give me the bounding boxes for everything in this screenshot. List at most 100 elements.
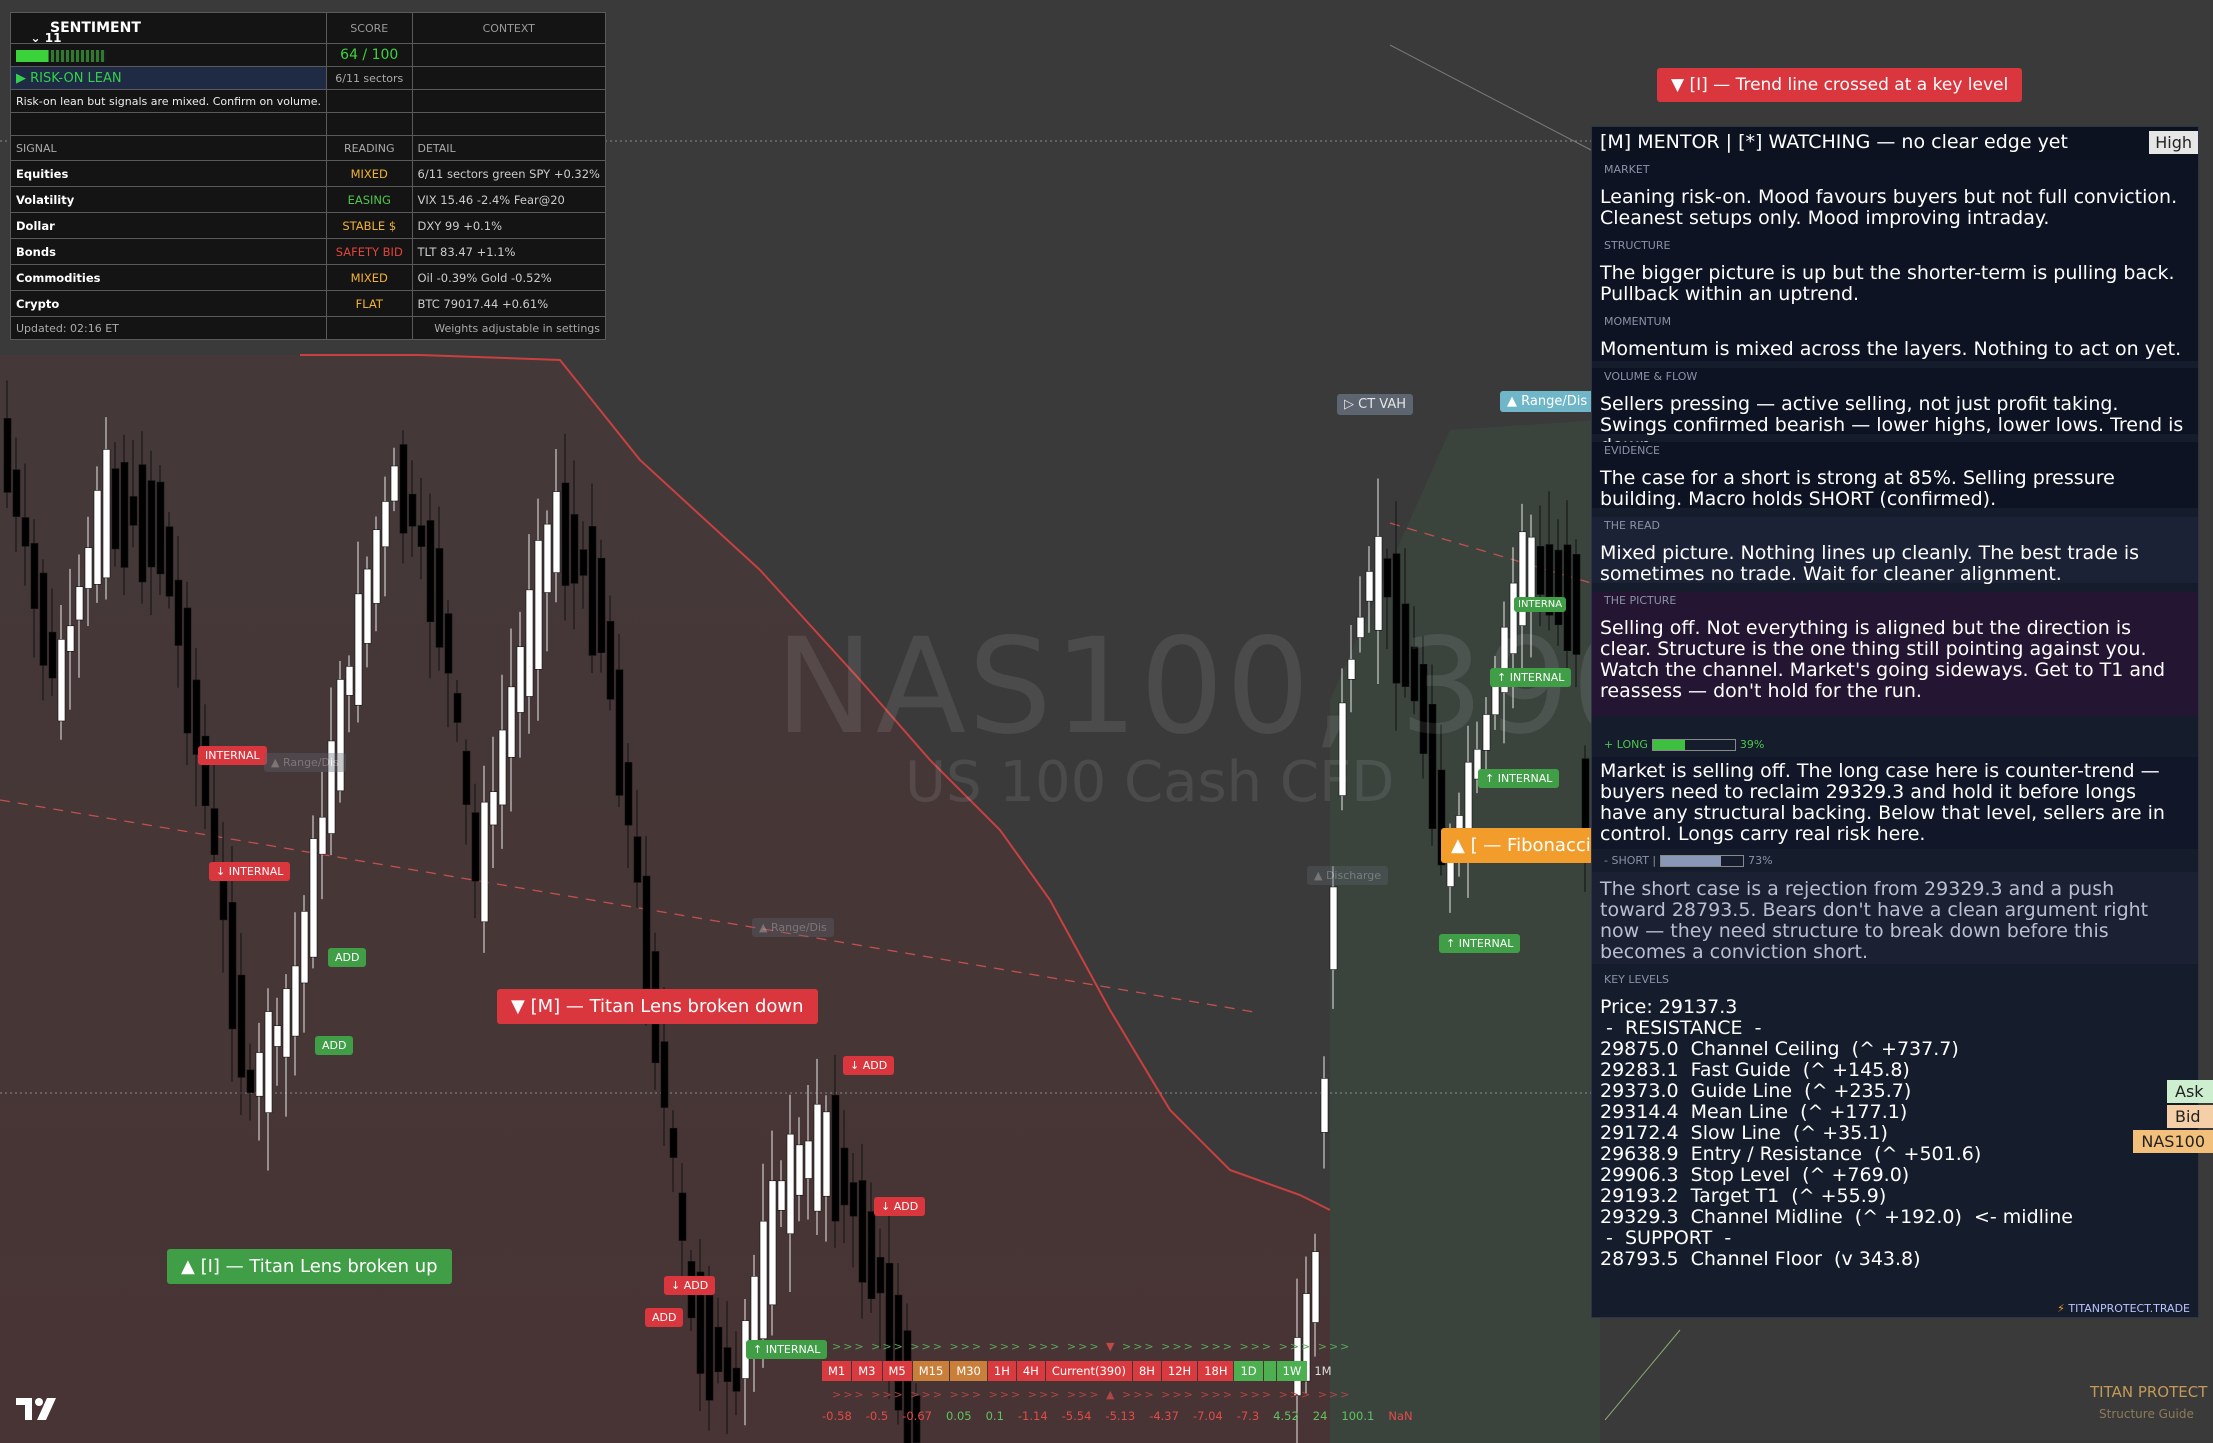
candle-up	[66, 625, 75, 652]
signal-detail: Oil -0.39% Gold -0.52%	[411, 264, 606, 291]
tf-arrows-up: >>> >>> >>> >>> >>> >>> >>> ▼ >>> >>> >>…	[832, 1340, 1352, 1353]
timeframe-chip[interactable]: 8H	[1132, 1361, 1161, 1381]
score-bar-fill	[16, 49, 48, 62]
signal-row: Bonds SAFETY BID TLT 83.47 +1.1%	[9, 238, 606, 265]
chevron-down-icon: ⌄	[30, 30, 41, 45]
internal-up-label[interactable]: ↑ INTERNAL	[1490, 668, 1572, 687]
candle-down	[165, 526, 174, 597]
candle-down	[588, 526, 597, 656]
timeframe-chip[interactable]: 1M	[1308, 1361, 1337, 1381]
candle-up	[255, 1052, 264, 1097]
candle-down	[579, 549, 588, 576]
section-text: Selling off. Not everything is aligned b…	[1600, 617, 2166, 702]
lens-broken-up-label[interactable]: ▲ [I] — Titan Lens broken up	[167, 1249, 452, 1284]
candle-up	[507, 686, 516, 758]
candle-up	[93, 490, 102, 585]
lens-broken-down-label[interactable]: ▼ [M] — Titan Lens broken down	[497, 989, 818, 1024]
interna-label[interactable]: INTERNA	[1514, 597, 1567, 612]
internal-down-label[interactable]: ↓ INTERNAL	[209, 862, 291, 881]
candle-up	[381, 501, 390, 548]
timeframe-chip[interactable]	[1263, 1361, 1276, 1381]
sentiment-table: ⌄ 11 SENTIMENT SCORE CONTEXT 64 / 100 ▶ R…	[9, 12, 606, 340]
timeframe-chip[interactable]: 1H	[987, 1361, 1016, 1381]
timeframe-value: -1.14	[1017, 1409, 1048, 1423]
candle-up	[282, 988, 291, 1058]
timeframe-chip[interactable]: M1	[822, 1361, 852, 1381]
add-label[interactable]: ADD	[645, 1308, 684, 1327]
instrument-watermark: US 100 Cash CFD	[905, 750, 1395, 815]
timeframe-chip[interactable]: 4H	[1016, 1361, 1045, 1381]
section-text: Mixed picture. Nothing lines up cleanly.…	[1600, 542, 2140, 585]
candle-down	[444, 613, 453, 674]
candle-down	[732, 1367, 741, 1392]
mentor-brand: ⚡ TITANPROTECT.TRADE	[2057, 1302, 2190, 1315]
candle-down	[435, 548, 444, 648]
candle-down	[867, 1211, 876, 1299]
candle-up	[525, 589, 534, 697]
candle-down	[705, 1280, 714, 1401]
add-label[interactable]: ADD	[315, 1036, 354, 1055]
timeframe-chip[interactable]: M5	[882, 1361, 912, 1381]
candle-down	[174, 579, 183, 646]
candle-down	[597, 557, 606, 653]
candle-up	[498, 729, 507, 806]
candle-up	[786, 1133, 795, 1235]
signal-detail: VIX 15.46 -2.4% Fear@20	[411, 186, 606, 213]
ct-vah-label[interactable]: ▷ CT VAH	[1337, 394, 1414, 415]
candle-down	[228, 902, 237, 1030]
signal-name: Dollar	[9, 212, 328, 239]
candle-down	[633, 836, 642, 883]
candle-down	[48, 631, 57, 679]
candle-up	[822, 1111, 831, 1197]
candle-down	[723, 1347, 732, 1382]
reading-header: READING	[326, 135, 413, 161]
trendline-alert[interactable]: ▼ [I] — Trend line crossed at a key leve…	[1657, 68, 2023, 102]
section-label: VOLUME & FLOW	[1604, 370, 1698, 383]
candle-down	[192, 679, 201, 755]
candle-down	[111, 468, 120, 550]
internal-up-label[interactable]: ↑ INTERNAL	[746, 1340, 828, 1359]
signal-detail: 6/11 sectors green SPY +0.32%	[411, 160, 606, 187]
timeframe-chip[interactable]: 18H	[1198, 1361, 1234, 1381]
internal-up-label[interactable]: ↑ INTERNAL	[1439, 934, 1521, 953]
signal-detail: BTC 79017.44 +0.61%	[411, 290, 606, 317]
timeframe-chip[interactable]: Current(390)	[1045, 1361, 1132, 1381]
key-level-row: 29283.1 Fast Guide (^ +145.8)	[1600, 1059, 1910, 1081]
range-label[interactable]: ▲ Range/Dis	[1500, 391, 1595, 412]
internal-label[interactable]: INTERNAL	[198, 746, 267, 765]
timeframe-chip[interactable]: 12H	[1161, 1361, 1198, 1381]
candle-up	[777, 1180, 786, 1211]
candle-down	[642, 875, 651, 997]
internal-up-label[interactable]: ↑ INTERNAL	[1478, 769, 1560, 788]
candle-up	[273, 1025, 282, 1047]
timeframe-chip[interactable]: M3	[852, 1361, 882, 1381]
timeframe-chip[interactable]: 1W	[1276, 1361, 1308, 1381]
signal-reading: STABLE $	[326, 212, 413, 239]
add-down-label[interactable]: ↓ ADD	[843, 1056, 895, 1075]
timeframe-chip[interactable]: 1D	[1234, 1361, 1263, 1381]
menu-badge[interactable]: ⌄ 11	[31, 31, 62, 45]
section-label: STRUCTURE	[1604, 239, 1671, 252]
timeframe-chip[interactable]: M15	[912, 1361, 950, 1381]
add-label[interactable]: ADD	[328, 948, 367, 967]
candle-down	[1383, 558, 1392, 598]
candle-down	[183, 607, 192, 734]
timeframe-chip[interactable]: M30	[950, 1361, 987, 1381]
tradingview-logo-icon[interactable]	[14, 1396, 66, 1422]
candle-down	[840, 1147, 849, 1206]
signal-name: Commodities	[9, 264, 328, 291]
candle-up	[291, 965, 300, 1037]
candle-up	[552, 491, 561, 573]
fibonacci-label[interactable]: ▲ [ — Fibonacci	[1441, 828, 1601, 863]
tf-arrows-down: >>> >>> >>> >>> >>> >>> >>> ▲ >>> >>> >>…	[832, 1388, 1352, 1401]
key-level-row: 29875.0 Channel Ceiling (^ +737.7)	[1600, 1038, 1959, 1060]
add-down-label[interactable]: ↓ ADD	[664, 1276, 716, 1295]
candle-down	[138, 464, 147, 583]
candle-down	[12, 469, 21, 517]
candle-down	[669, 1127, 678, 1158]
add-down-label[interactable]: ↓ ADD	[874, 1197, 926, 1216]
candle-down	[858, 1180, 867, 1283]
signal-row: Equities MIXED 6/11 sectors green SPY +0.3…	[9, 160, 606, 187]
candle-up	[1320, 1078, 1329, 1133]
candle-up	[804, 1140, 813, 1179]
